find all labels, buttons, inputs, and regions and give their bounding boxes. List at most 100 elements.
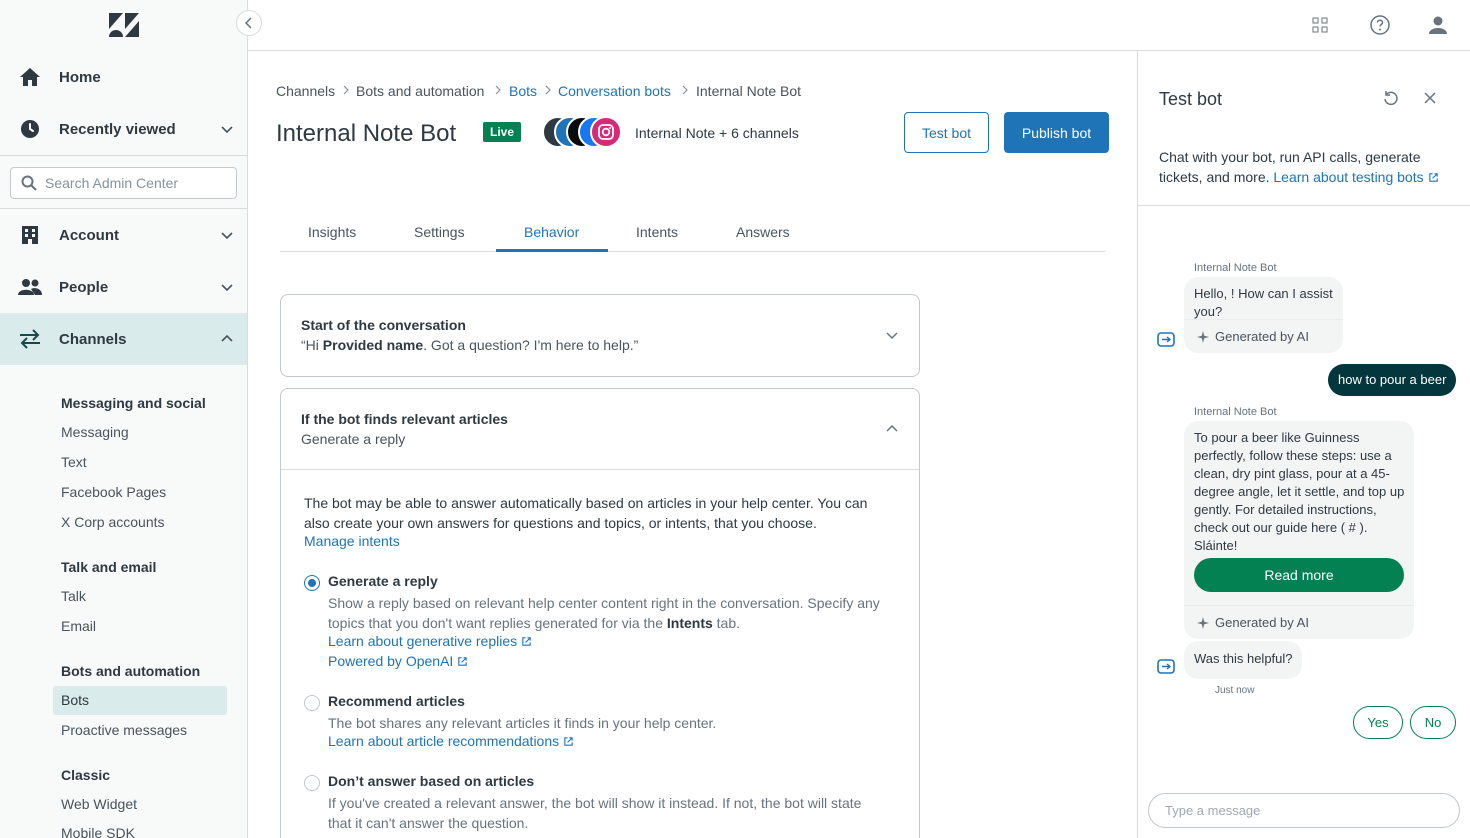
panel-description: Chat with your bot, run API calls, gener… bbox=[1159, 147, 1454, 187]
home-icon bbox=[18, 65, 42, 89]
nav-people-label: People bbox=[59, 278, 109, 296]
admin-search[interactable] bbox=[10, 167, 237, 199]
message-input[interactable] bbox=[1148, 793, 1460, 828]
generated-by-ai: Generated by AI bbox=[1184, 319, 1343, 353]
sidebar-item-bots[interactable]: Bots bbox=[53, 686, 227, 715]
user-message: how to pour a beer bbox=[1328, 364, 1457, 396]
collapse-sidebar-button[interactable] bbox=[236, 10, 262, 36]
nav-home-label: Home bbox=[59, 68, 101, 86]
tab-settings[interactable]: Settings bbox=[414, 224, 465, 240]
nav-home[interactable]: Home bbox=[0, 51, 247, 103]
nav-account-label: Account bbox=[59, 226, 119, 244]
chevron-left-icon bbox=[244, 17, 252, 29]
chevron-down-icon bbox=[221, 232, 233, 240]
people-icon bbox=[18, 275, 42, 299]
radio-recommend-articles[interactable] bbox=[304, 695, 320, 711]
nav-channels[interactable]: Channels bbox=[0, 313, 247, 365]
chevron-right-icon bbox=[495, 85, 501, 95]
zendesk-logo-icon[interactable] bbox=[108, 12, 140, 38]
sparkle-icon bbox=[1197, 616, 1209, 629]
bot-avatar-icon bbox=[1157, 659, 1175, 674]
article-recommendations-link[interactable]: Learn about article recommendations bbox=[328, 733, 574, 749]
group-heading-messaging-social: Messaging and social bbox=[61, 395, 206, 411]
sidebar-item-mobile-sdk[interactable]: Mobile SDK bbox=[61, 825, 135, 838]
active-tab-indicator bbox=[496, 249, 608, 252]
nav-account[interactable]: Account bbox=[0, 209, 247, 261]
building-icon bbox=[18, 223, 42, 247]
chevron-right-icon bbox=[545, 85, 551, 95]
chevron-up-icon bbox=[221, 334, 233, 342]
search-icon bbox=[21, 175, 37, 191]
card-header[interactable]: If the bot finds relevant articles Gener… bbox=[281, 389, 919, 470]
top-bar bbox=[248, 0, 1470, 51]
tab-behavior[interactable]: Behavior bbox=[524, 224, 579, 240]
radio-generate-reply[interactable] bbox=[304, 575, 320, 591]
main-content: Channels Bots and automation Bots Conver… bbox=[248, 51, 1137, 838]
sidebar-item-email[interactable]: Email bbox=[61, 618, 96, 634]
help-icon[interactable] bbox=[1368, 13, 1392, 37]
nav-people[interactable]: People bbox=[0, 261, 247, 313]
external-link-icon bbox=[458, 656, 468, 666]
bot-message: Hello, ! How can I assist you? Generated… bbox=[1184, 277, 1343, 353]
option-title: Don’t answer based on articles bbox=[328, 773, 535, 789]
quick-reply-no[interactable]: No bbox=[1410, 706, 1456, 739]
sidebar-item-x-corp-accounts[interactable]: X Corp accounts bbox=[61, 514, 165, 530]
breadcrumb-bots[interactable]: Bots bbox=[509, 83, 537, 99]
instagram-icon bbox=[598, 124, 614, 140]
publish-bot-button[interactable]: Publish bot bbox=[1004, 112, 1109, 153]
option-title: Recommend articles bbox=[328, 693, 465, 709]
chevron-down-icon[interactable] bbox=[885, 328, 899, 342]
bot-message: To pour a beer like Guinness perfectly, … bbox=[1184, 421, 1414, 639]
card-subtitle: Generate a reply bbox=[301, 431, 406, 447]
group-heading-classic: Classic bbox=[61, 767, 111, 783]
sidebar-item-web-widget[interactable]: Web Widget bbox=[61, 796, 137, 812]
apps-grid-icon[interactable] bbox=[1308, 13, 1332, 37]
card-title: If the bot finds relevant articles bbox=[301, 411, 508, 427]
breadcrumb-channels[interactable]: Channels bbox=[276, 83, 335, 99]
sidebar-item-talk[interactable]: Talk bbox=[61, 588, 86, 604]
reset-icon[interactable] bbox=[1382, 89, 1400, 107]
radio-dont-answer[interactable] bbox=[304, 775, 320, 791]
sidebar-item-messaging[interactable]: Messaging bbox=[61, 424, 129, 440]
page-title: Internal Note Bot bbox=[276, 120, 457, 147]
breadcrumb-conversation-bots[interactable]: Conversation bots bbox=[558, 83, 671, 99]
bot-name-label: Internal Note Bot bbox=[1194, 406, 1277, 418]
tab-intents[interactable]: Intents bbox=[636, 224, 678, 240]
channels-summary[interactable]: Internal Note + 6 channels bbox=[635, 125, 799, 141]
option-description: The bot shares any relevant articles it … bbox=[328, 715, 717, 731]
option-title: Generate a reply bbox=[328, 573, 438, 589]
chevron-right-icon bbox=[682, 85, 688, 95]
breadcrumb-bots-automation[interactable]: Bots and automation bbox=[356, 83, 484, 99]
sidebar-item-proactive-messages[interactable]: Proactive messages bbox=[61, 722, 187, 738]
tab-insights[interactable]: Insights bbox=[308, 224, 356, 240]
user-profile-icon[interactable] bbox=[1426, 13, 1450, 37]
powered-by-openai-link[interactable]: Powered by OpenAI bbox=[328, 653, 468, 669]
read-more-button[interactable]: Read more bbox=[1194, 558, 1404, 592]
learn-testing-bots-link[interactable]: Learn about testing bots bbox=[1273, 169, 1438, 185]
nav-recently-viewed[interactable]: Recently viewed bbox=[0, 103, 247, 155]
message-text: Was this helpful? bbox=[1194, 651, 1293, 666]
close-icon[interactable] bbox=[1423, 91, 1437, 105]
breadcrumb-current: Internal Note Bot bbox=[696, 83, 802, 99]
bot-message: Was this helpful? bbox=[1184, 641, 1302, 679]
sidebar-item-facebook-pages[interactable]: Facebook Pages bbox=[61, 484, 166, 500]
manage-intents-link[interactable]: Manage intents bbox=[304, 533, 400, 549]
test-bot-button[interactable]: Test bot bbox=[904, 112, 989, 153]
channels-arrows-icon bbox=[18, 327, 42, 351]
message-text: To pour a beer like Guinness perfectly, … bbox=[1194, 430, 1405, 553]
panel-title: Test bot bbox=[1159, 89, 1223, 109]
message-timestamp: Just now bbox=[1215, 685, 1255, 696]
chevron-up-icon[interactable] bbox=[885, 422, 899, 436]
external-link-icon bbox=[564, 736, 573, 746]
tab-answers[interactable]: Answers bbox=[736, 224, 790, 240]
greeting-preview: “Hi Provided name. Got a question? I'm h… bbox=[301, 337, 639, 353]
nav-recently-viewed-label: Recently viewed bbox=[59, 120, 176, 138]
sidebar-divider bbox=[0, 155, 247, 156]
sidebar-item-text[interactable]: Text bbox=[61, 454, 87, 470]
start-conversation-card[interactable]: Start of the conversation “Hi Provided n… bbox=[280, 294, 920, 377]
quick-reply-yes[interactable]: Yes bbox=[1353, 706, 1403, 739]
instagram-channel-avatar bbox=[590, 116, 622, 148]
admin-search-input[interactable] bbox=[45, 175, 225, 191]
external-link-icon bbox=[1428, 173, 1438, 182]
generative-replies-link[interactable]: Learn about generative replies bbox=[328, 633, 532, 649]
